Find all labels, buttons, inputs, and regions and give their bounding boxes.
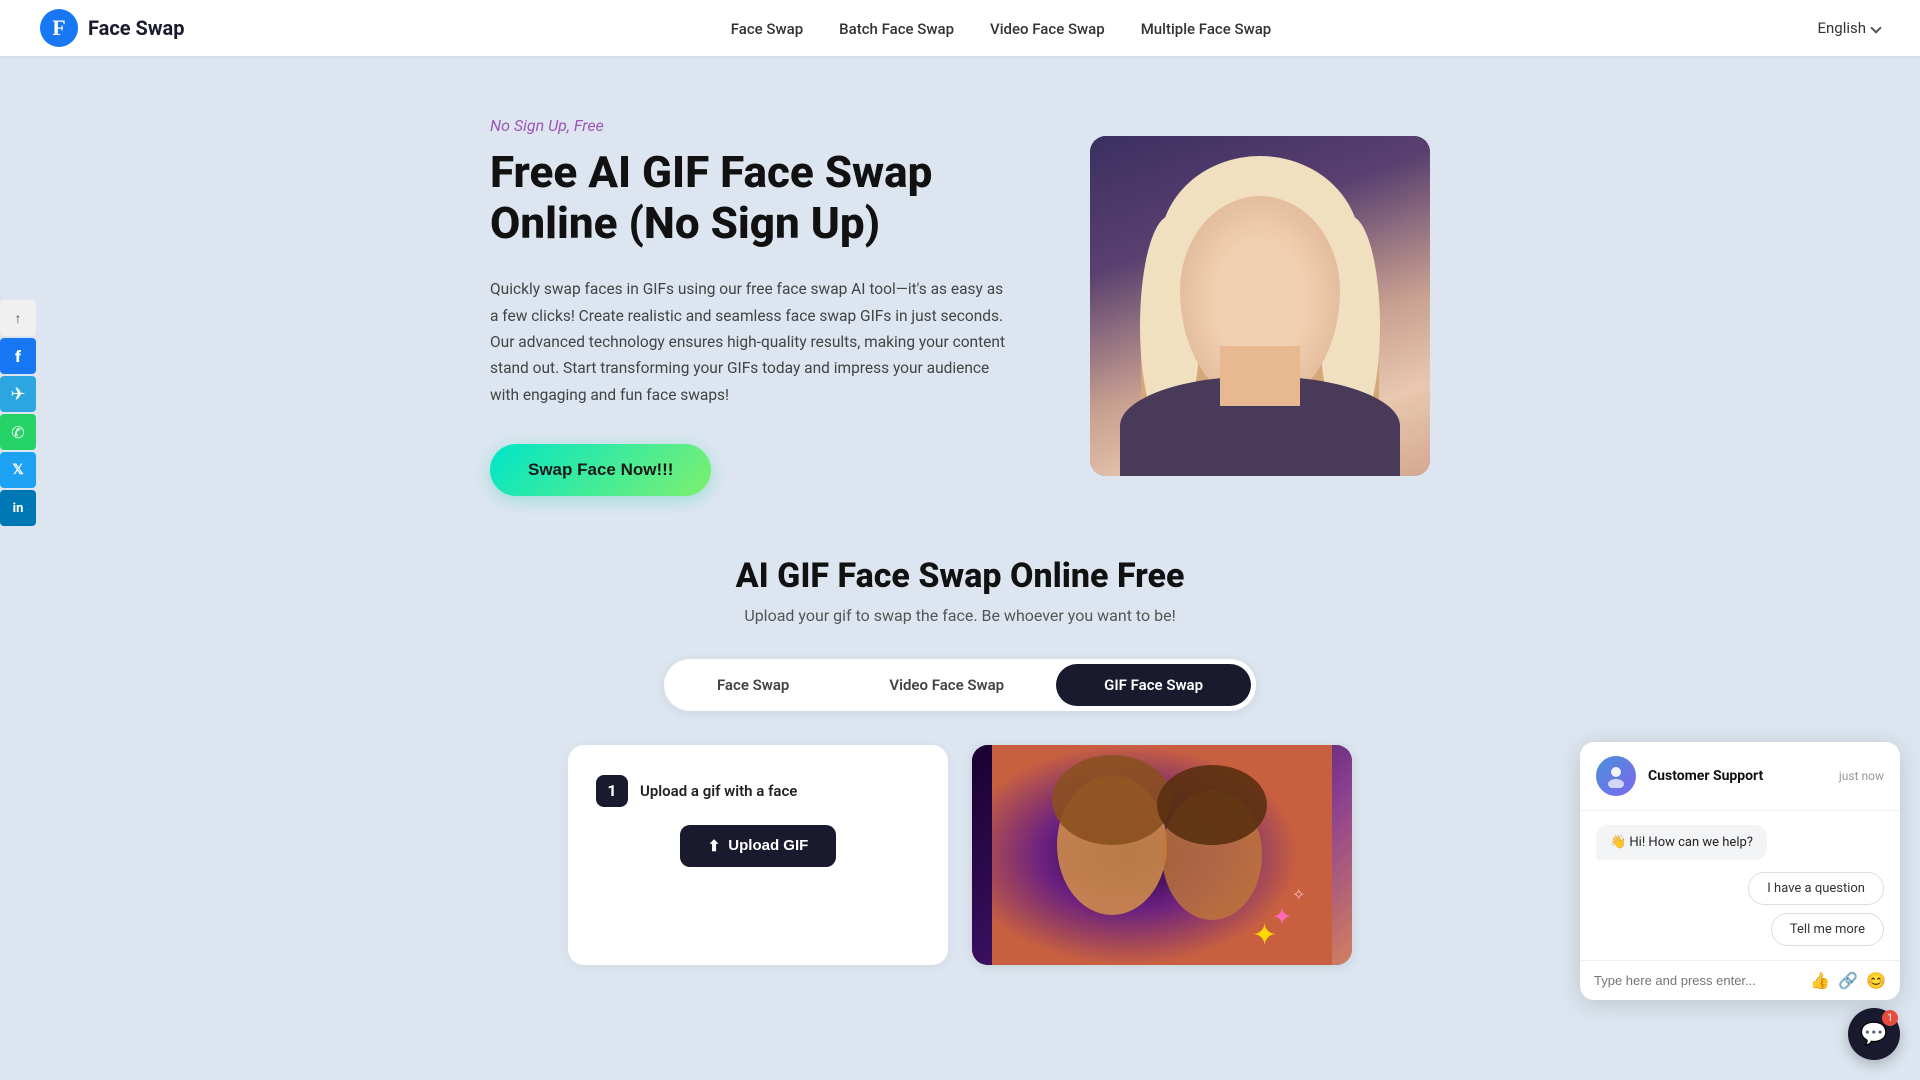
chat-widget: Customer Support just now 👋 Hi! How can …	[1580, 742, 1900, 1000]
chat-header-info: Customer Support	[1648, 768, 1827, 784]
svg-text:✧: ✧	[1292, 885, 1305, 904]
chevron-down-icon	[1870, 22, 1881, 33]
hero-title: Free AI GIF Face Swap Online (No Sign Up…	[490, 147, 1010, 248]
chat-quick-replies: I have a question Tell me more	[1596, 872, 1884, 946]
preview-image: ✦ ✧ ✦	[972, 745, 1352, 965]
tab-video-face-swap[interactable]: Video Face Swap	[841, 664, 1052, 706]
chat-avatar	[1596, 756, 1636, 796]
agent-avatar-icon	[1604, 764, 1628, 788]
chat-agent-name: Customer Support	[1648, 768, 1827, 784]
tab-gif-face-swap[interactable]: GIF Face Swap	[1056, 664, 1251, 706]
language-selector[interactable]: English	[1817, 19, 1880, 37]
hero-content: No Sign Up, Free Free AI GIF Face Swap O…	[490, 116, 1010, 496]
telegram-button[interactable]: ✈	[0, 376, 36, 412]
svg-text:✦: ✦	[1252, 918, 1277, 953]
brand-logo: f	[40, 9, 78, 47]
preview-svg: ✦ ✧ ✦	[992, 745, 1332, 965]
hero-portrait	[1090, 136, 1430, 476]
step-badge: 1	[596, 775, 628, 807]
upload-label: Upload a gif with a face	[640, 782, 797, 800]
chat-badge: 1	[1882, 1010, 1898, 1026]
nav-link-multiple[interactable]: Multiple Face Swap	[1141, 20, 1272, 38]
chat-input[interactable]	[1594, 973, 1802, 988]
swap-face-button[interactable]: Swap Face Now!!!	[490, 444, 711, 496]
chat-message-area: 👋 Hi! How can we help? I have a question…	[1580, 811, 1900, 960]
chat-greeting: 👋 Hi! How can we help?	[1596, 825, 1767, 860]
link-icon[interactable]: 🔗	[1838, 971, 1858, 990]
chat-time: just now	[1839, 769, 1884, 783]
tab-face-swap[interactable]: Face Swap	[669, 664, 837, 706]
upload-gif-button[interactable]: ⬆ Upload GIF	[680, 825, 837, 867]
chat-header: Customer Support just now	[1580, 742, 1900, 811]
chat-icon: 💬	[1860, 1022, 1887, 1047]
facebook-button[interactable]: f	[0, 338, 36, 374]
upload-gif-label: Upload GIF	[728, 837, 808, 854]
nav-link-video[interactable]: Video Face Swap	[990, 20, 1105, 38]
quick-reply-more[interactable]: Tell me more	[1771, 913, 1884, 946]
brand-title: Face Swap	[88, 16, 185, 40]
nav-links: Face Swap Batch Face Swap Video Face Swa…	[731, 19, 1272, 38]
upload-card: 1 Upload a gif with a face ⬆ Upload GIF	[568, 745, 948, 965]
section-title: AI GIF Face Swap Online Free	[0, 556, 1920, 596]
share-button[interactable]: ↑	[0, 300, 36, 336]
upload-card-header: 1 Upload a gif with a face	[596, 775, 920, 807]
linkedin-button[interactable]: in	[0, 490, 36, 526]
section-header: AI GIF Face Swap Online Free Upload your…	[0, 536, 1920, 635]
quick-reply-question[interactable]: I have a question	[1748, 872, 1884, 905]
tabs-bar: Face Swap Video Face Swap GIF Face Swap	[664, 659, 1256, 711]
brand[interactable]: f Face Swap	[40, 9, 185, 47]
social-sidebar: ↑ f ✈ ✆ 𝕏 in	[0, 300, 36, 526]
emoji-icon[interactable]: 😊	[1866, 971, 1886, 990]
nav-link-face-swap[interactable]: Face Swap	[731, 20, 803, 38]
hero-tag: No Sign Up, Free	[490, 116, 1010, 135]
tabs-container: Face Swap Video Face Swap GIF Face Swap	[0, 659, 1920, 711]
section-subtitle: Upload your gif to swap the face. Be who…	[0, 606, 1920, 625]
chat-open-button[interactable]: 💬 1	[1848, 1008, 1900, 1060]
twitter-button[interactable]: 𝕏	[0, 452, 36, 488]
hero-image	[1090, 136, 1430, 476]
hero-description: Quickly swap faces in GIFs using our fre…	[490, 276, 1010, 408]
chat-input-row: 👍 🔗 😊	[1580, 960, 1900, 1000]
whatsapp-button[interactable]: ✆	[0, 414, 36, 450]
hero-section: No Sign Up, Free Free AI GIF Face Swap O…	[0, 56, 1920, 536]
navbar: f Face Swap Face Swap Batch Face Swap Vi…	[0, 0, 1920, 56]
preview-card: ✦ ✧ ✦	[972, 745, 1352, 965]
thumbs-up-icon[interactable]: 👍	[1810, 971, 1830, 990]
nav-link-batch[interactable]: Batch Face Swap	[839, 20, 954, 38]
upload-icon: ⬆	[708, 837, 721, 855]
portrait-neck	[1220, 346, 1300, 406]
